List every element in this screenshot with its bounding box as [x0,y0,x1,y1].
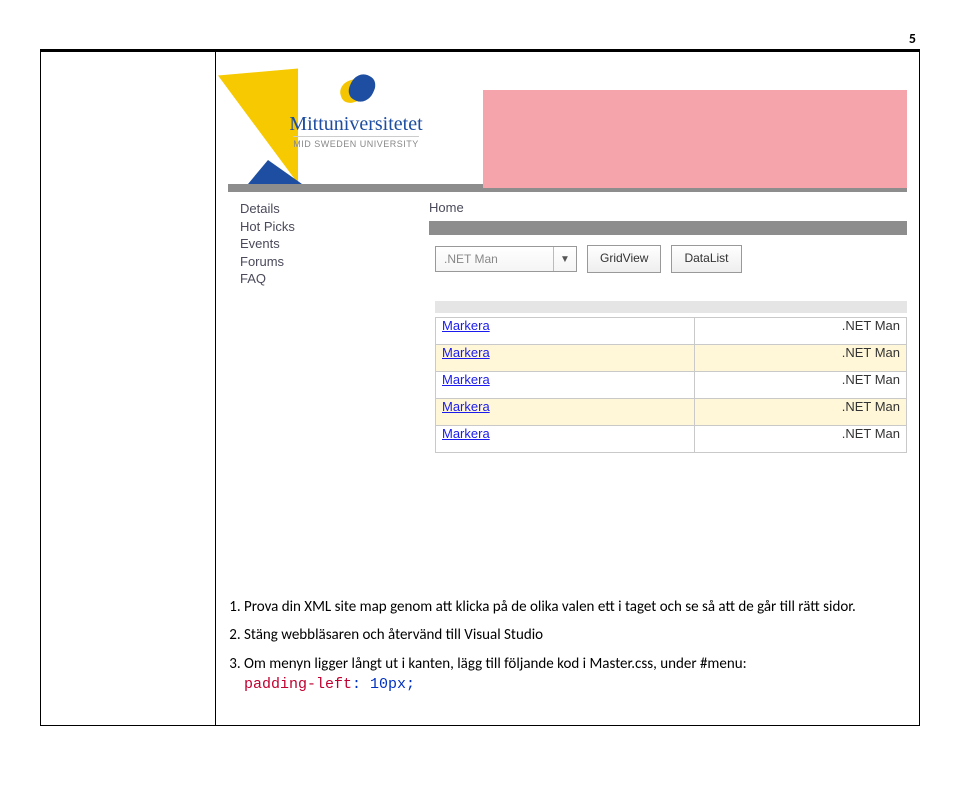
list-item-text: Om menyn ligger långt ut i kanten, lägg … [244,655,747,673]
sidebar-item-events[interactable]: Events [240,235,415,253]
mark-link[interactable]: Markera [436,426,695,453]
screenshot-container: Mittuniversitetet MID SWEDEN UNIVERSITY … [216,52,919,585]
page-number: 5 [40,30,920,47]
dotman-cell: .NET Man [695,318,907,345]
dotman-cell: .NET Man [695,399,907,426]
document-cell-table: Mittuniversitetet MID SWEDEN UNIVERSITY … [40,51,920,726]
code-value: : 10px; [352,676,415,693]
spacer-strip [435,301,907,313]
sidebar-item-forums[interactable]: Forums [240,253,415,271]
empty-left-cell [41,52,216,726]
screenshot-body: Details Hot Picks Events Forums FAQ Home [228,192,907,573]
dotman-cell: .NET Man [695,345,907,372]
list-item: Stäng webbläsaren och återvänd till Visu… [244,625,907,645]
code-snippet: padding-left: 10px; [244,675,415,693]
data-table: Markera .NET Man Markera .NET Man Marker… [435,317,907,453]
sidebar-item-details[interactable]: Details [240,200,415,218]
chevron-down-icon: ▼ [554,254,576,265]
category-dropdown[interactable]: .NET Man ▼ [435,246,577,272]
embedded-screenshot: Mittuniversitetet MID SWEDEN UNIVERSITY … [228,62,907,573]
content-cell: Mittuniversitetet MID SWEDEN UNIVERSITY … [216,52,920,726]
breadcrumb[interactable]: Home [429,200,907,221]
table-row: Markera .NET Man [436,399,907,426]
code-property: padding-left [244,676,352,693]
table-row: Markera .NET Man [436,426,907,453]
main-pane: Home .NET Man ▼ GridView DataList [415,196,907,573]
grey-strip [429,221,907,235]
datalist-button[interactable]: DataList [671,245,741,273]
list-item: Om menyn ligger långt ut i kanten, lägg … [244,654,907,696]
logo-word: Mittuniversitetet [289,114,422,134]
bottom-space [429,453,907,573]
blue-wedge [248,160,302,184]
table-row: Markera .NET Man [436,345,907,372]
mark-link[interactable]: Markera [436,399,695,426]
mark-link[interactable]: Markera [436,345,695,372]
instruction-list: Prova din XML site map genom att klicka … [216,597,919,725]
list-item: Prova din XML site map genom att klicka … [244,597,907,617]
mark-link[interactable]: Markera [436,318,695,345]
sidebar: Details Hot Picks Events Forums FAQ [234,196,415,288]
mark-link[interactable]: Markera [436,372,695,399]
logo-subtitle: MID SWEDEN UNIVERSITY [293,136,419,149]
logo: Mittuniversitetet MID SWEDEN UNIVERSITY [246,72,466,149]
table-row: Markera .NET Man [436,318,907,345]
dotman-cell: .NET Man [695,372,907,399]
table-row: Markera .NET Man [436,372,907,399]
dropdown-value: .NET Man [436,247,554,271]
controls-row: .NET Man ▼ GridView DataList [429,245,907,273]
header-area: Mittuniversitetet MID SWEDEN UNIVERSITY [228,62,907,182]
sidebar-item-faq[interactable]: FAQ [240,270,415,288]
gridview-button[interactable]: GridView [587,245,661,273]
dotman-cell: .NET Man [695,426,907,453]
sidebar-item-hotpicks[interactable]: Hot Picks [240,218,415,236]
logo-swirl-icon [334,72,378,110]
